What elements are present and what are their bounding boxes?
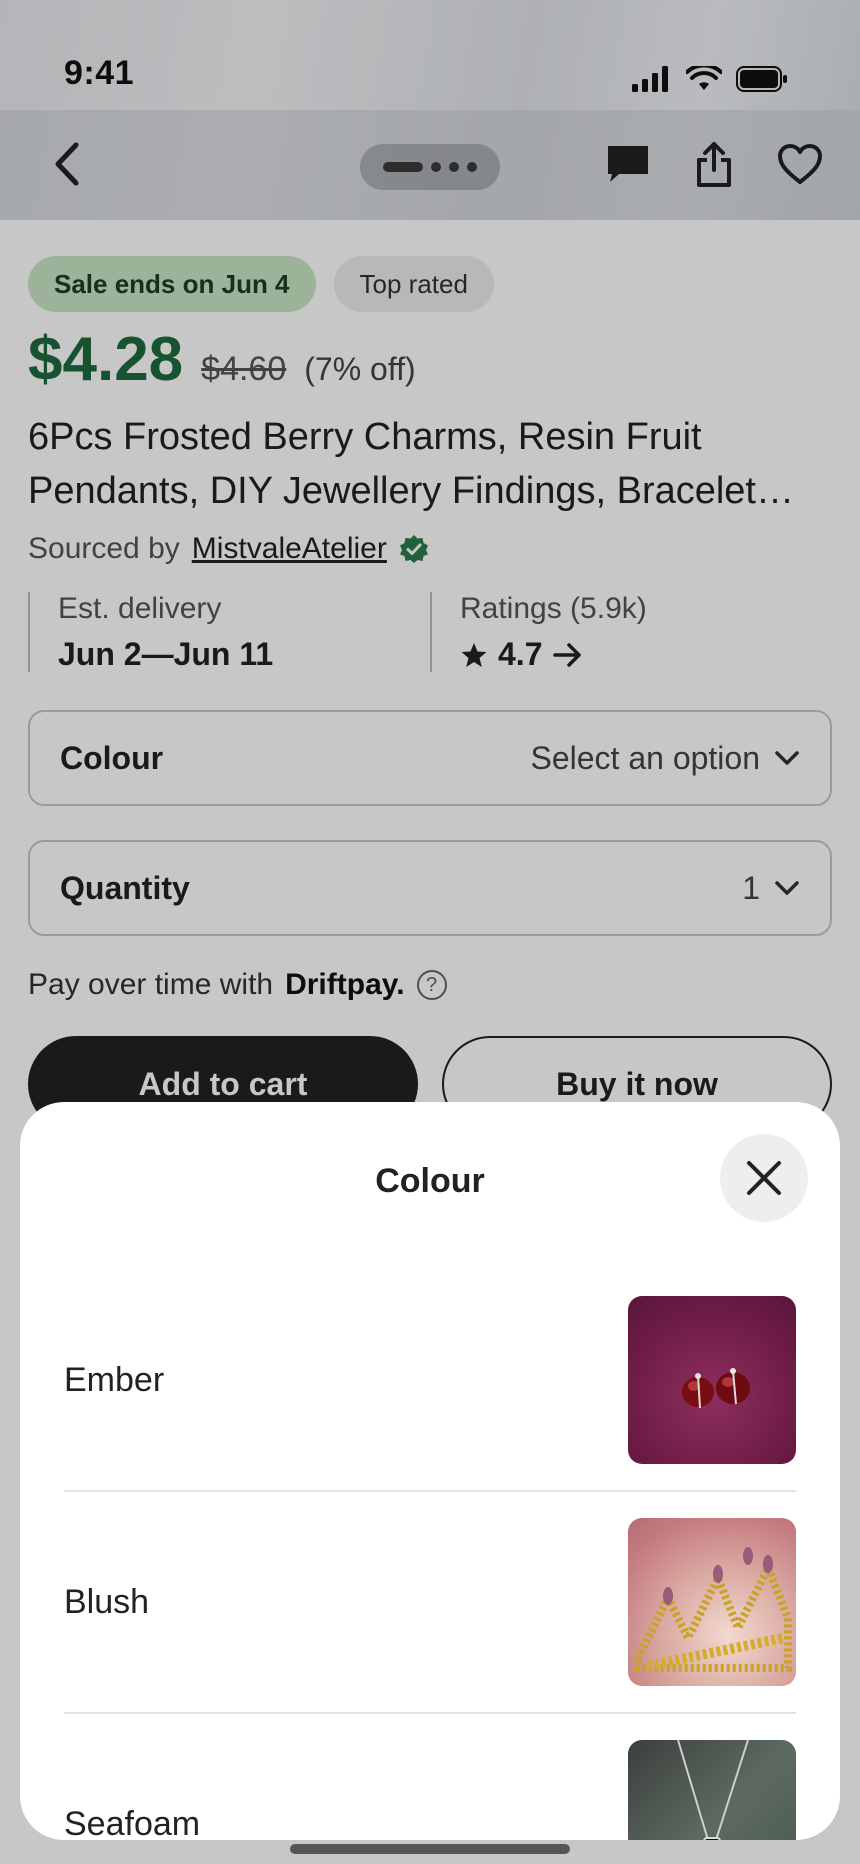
option-label: Seafoam	[64, 1804, 201, 1841]
colour-options-list: Ember Blush Seafoam	[64, 1270, 796, 1840]
close-button[interactable]	[720, 1134, 808, 1222]
option-thumbnail	[628, 1296, 796, 1464]
crown-image	[634, 1547, 792, 1672]
colour-option-blush[interactable]: Blush	[64, 1492, 796, 1714]
home-indicator	[290, 1844, 570, 1854]
necklace-image	[677, 1740, 749, 1840]
option-thumbnail	[628, 1740, 796, 1840]
close-icon	[747, 1161, 781, 1195]
option-thumbnail	[628, 1518, 796, 1686]
colour-option-seafoam[interactable]: Seafoam	[64, 1714, 796, 1840]
option-label: Ember	[64, 1360, 165, 1399]
colour-option-ember[interactable]: Ember	[64, 1270, 796, 1492]
option-label: Blush	[64, 1582, 150, 1621]
earrings-image	[682, 1368, 750, 1409]
colour-bottom-sheet: Colour Ember Blush Seafoam	[20, 1102, 840, 1840]
sheet-title: Colour	[375, 1162, 485, 1200]
